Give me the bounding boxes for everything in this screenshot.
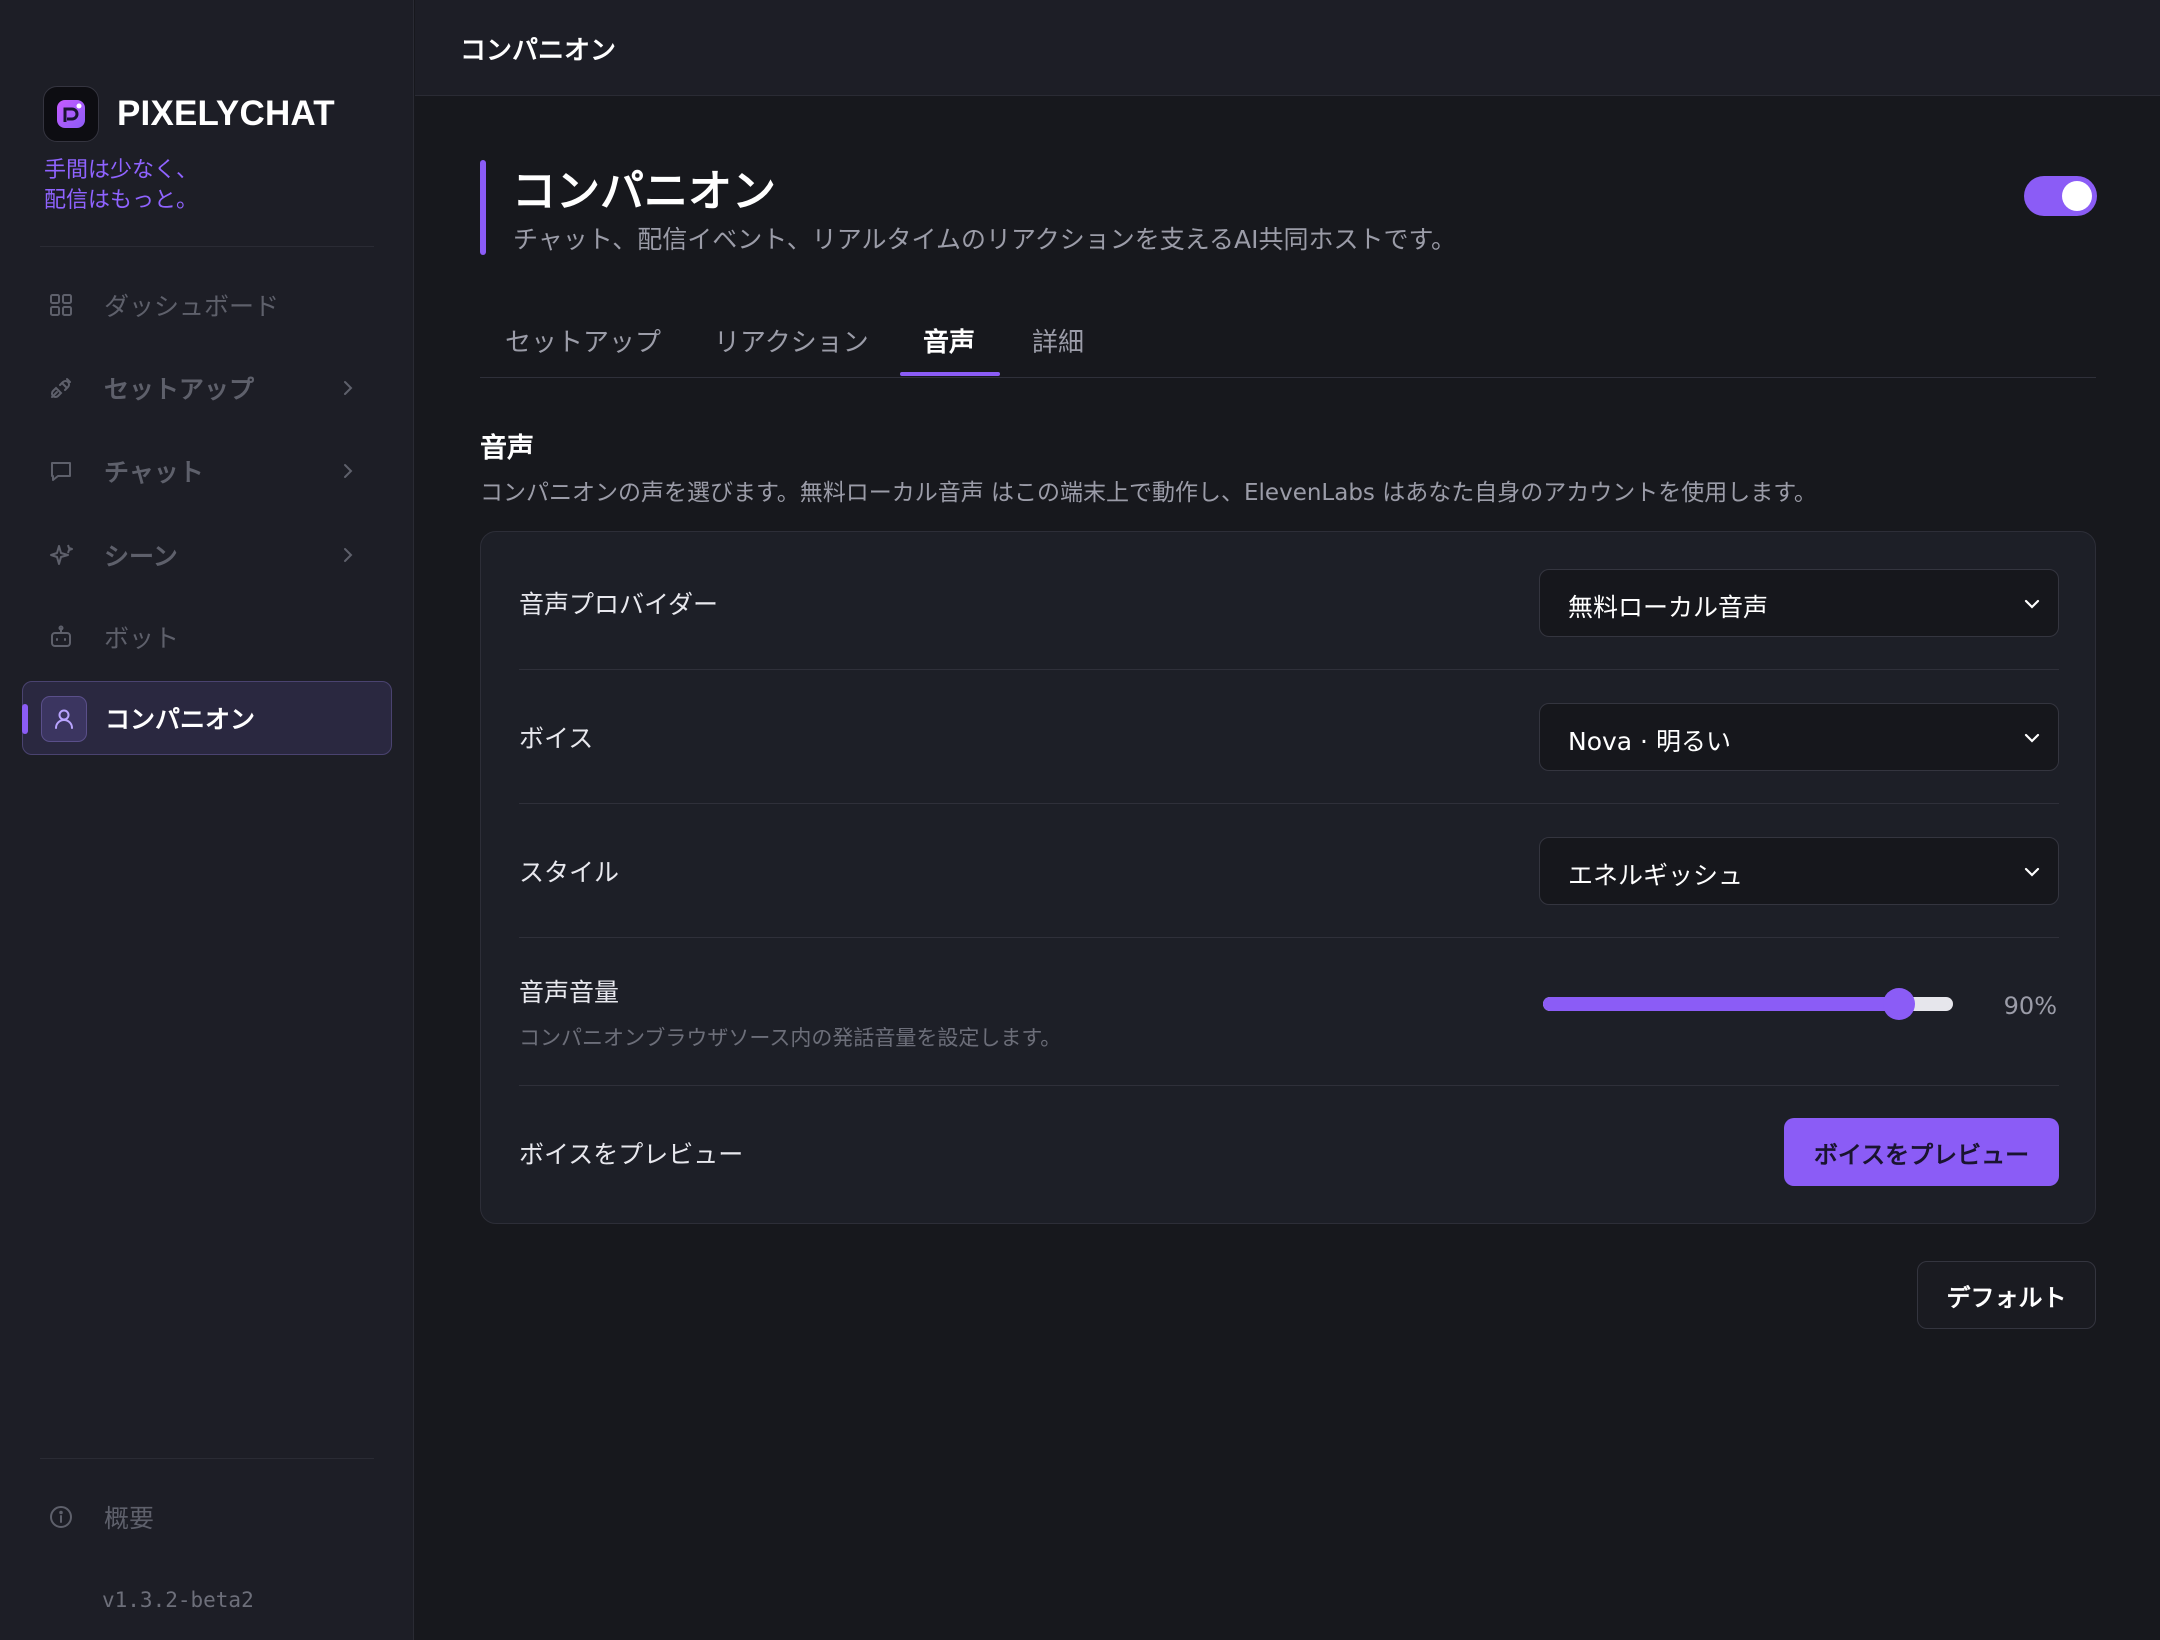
row-divider: [519, 937, 2059, 938]
preview-voice-button[interactable]: ボイスをプレビュー: [1784, 1118, 2059, 1186]
info-circle-icon: [48, 1504, 74, 1530]
sidebar-item-label: ボット: [104, 624, 180, 653]
chevron-right-icon: [336, 459, 360, 483]
provider-label: 音声プロバイダー: [519, 590, 719, 619]
sidebar-divider-top: [40, 246, 374, 247]
sidebar-item-bot[interactable]: ボット: [22, 600, 392, 674]
tab-reaction[interactable]: リアクション: [714, 322, 869, 378]
app-root: PIXELYCHAT 手間は少なく、 配信はもっと。 ダッシュボード セットアッ…: [0, 0, 2160, 1640]
sidebar-item-about[interactable]: 概要: [22, 1480, 392, 1554]
chevron-down-icon: [2020, 726, 2044, 750]
tab-details[interactable]: 詳細: [1032, 322, 1084, 378]
section-title: 音声: [480, 433, 534, 464]
voice-settings-card: 音声プロバイダー 無料ローカル音声 ボイス Nova · 明るい スタイル エネ…: [480, 531, 2096, 1224]
version-label: v1.3.2-beta2: [102, 1588, 254, 1612]
page-title: コンパニオン: [512, 166, 776, 217]
section-description: コンパニオンの声を選びます。無料ローカル音声 はこの端末上で動作し、Eleven…: [480, 480, 1817, 506]
voice-label: ボイス: [519, 724, 594, 753]
chevron-right-icon: [336, 543, 360, 567]
voice-select[interactable]: Nova · 明るい: [1539, 703, 2059, 771]
slider-fill: [1543, 997, 1900, 1011]
sidebar-item-dashboard[interactable]: ダッシュボード: [22, 268, 392, 342]
active-tab-underline: [900, 372, 1000, 376]
sidebar-item-chat[interactable]: チャット: [22, 434, 392, 508]
row-divider: [519, 803, 2059, 804]
row-divider: [519, 669, 2059, 670]
volume-label: 音声音量: [519, 978, 620, 1007]
slider-thumb[interactable]: [1883, 988, 1916, 1020]
reset-default-button[interactable]: デフォルト: [1917, 1261, 2096, 1329]
toggle-knob: [2062, 181, 2092, 211]
sidebar-item-label: コンパニオン: [105, 705, 256, 734]
brand-name: PIXELYCHAT: [117, 94, 335, 133]
chevron-right-icon: [336, 376, 360, 400]
user-icon: [41, 696, 87, 742]
row-divider: [519, 1085, 2059, 1086]
tagline-line-2: 配信はもっと。: [44, 188, 199, 213]
sidebar-item-scene[interactable]: シーン: [22, 518, 392, 592]
pixelychat-logo-icon: [43, 86, 99, 142]
chevron-down-icon: [2020, 592, 2044, 616]
brand[interactable]: PIXELYCHAT: [43, 86, 335, 142]
active-indicator: [22, 704, 28, 734]
provider-select-value: 無料ローカル音声: [1568, 593, 1769, 622]
sidebar: PIXELYCHAT 手間は少なく、 配信はもっと。 ダッシュボード セットアッ…: [0, 0, 414, 1640]
page-subtitle: チャット、配信イベント、リアルタイムのリアクションを支えるAI共同ホストです。: [513, 225, 1456, 254]
companion-enable-toggle[interactable]: [2024, 176, 2097, 216]
sidebar-item-setup[interactable]: セットアップ: [22, 351, 392, 425]
sparkle-icon: [48, 542, 74, 568]
sidebar-item-label: ダッシュボード: [104, 292, 280, 321]
dashboard-grid-icon: [48, 292, 74, 318]
sidebar-item-companion[interactable]: コンパニオン: [22, 681, 392, 755]
style-label: スタイル: [519, 858, 620, 887]
style-select[interactable]: エネルギッシュ: [1539, 837, 2059, 905]
tab-bar: セットアップ リアクション 音声 詳細: [480, 310, 2096, 378]
title-accent-bar: [480, 160, 486, 255]
style-select-value: エネルギッシュ: [1568, 861, 1744, 890]
sidebar-item-label: セットアップ: [104, 375, 255, 404]
sidebar-item-label: シーン: [104, 542, 178, 571]
chat-bubble-icon: [48, 458, 74, 484]
top-bar: コンパニオン: [415, 0, 2160, 96]
volume-value: 90%: [2003, 992, 2057, 1020]
tab-voice[interactable]: 音声: [923, 322, 975, 378]
tagline-line-1: 手間は少なく、: [44, 158, 199, 183]
provider-select[interactable]: 無料ローカル音声: [1539, 569, 2059, 637]
volume-slider[interactable]: [1543, 988, 1953, 1020]
chevron-down-icon: [2020, 860, 2044, 884]
tab-setup[interactable]: セットアップ: [505, 322, 661, 378]
sidebar-item-label: 概要: [104, 1504, 155, 1533]
robot-icon: [48, 624, 74, 650]
volume-help-text: コンパニオンブラウザソース内の発話音量を設定します。: [519, 1026, 1062, 1050]
sidebar-divider-bottom: [40, 1458, 374, 1459]
topbar-title: コンパニオン: [460, 36, 617, 66]
preview-label: ボイスをプレビュー: [519, 1140, 744, 1169]
voice-select-value: Nova · 明るい: [1568, 727, 1731, 756]
tagline: 手間は少なく、 配信はもっと。: [44, 156, 198, 216]
plug-icon: [48, 375, 74, 401]
sidebar-item-label: チャット: [104, 458, 204, 487]
